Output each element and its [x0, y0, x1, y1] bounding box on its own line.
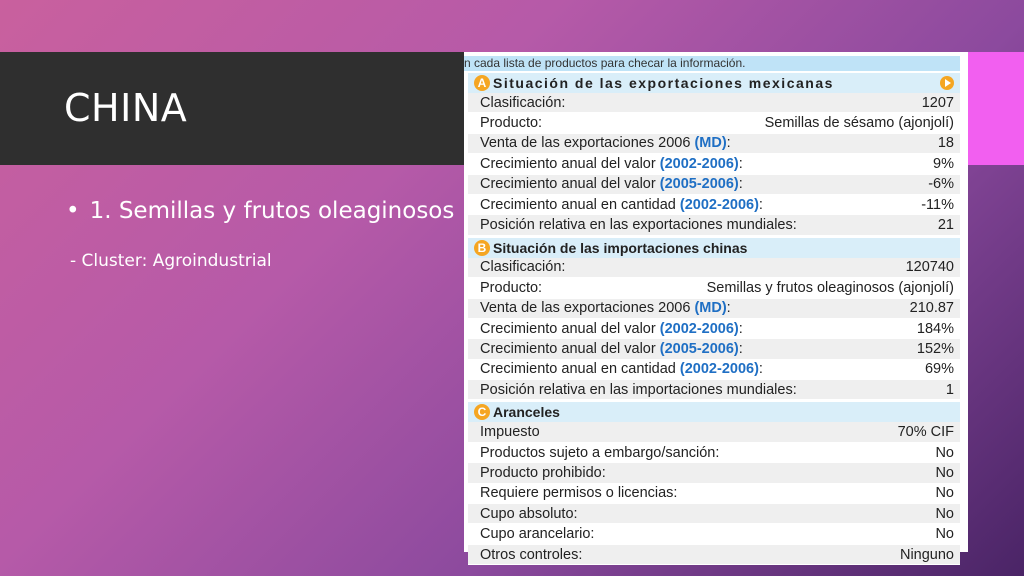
row-label: Crecimiento anual del valor (2002-2006):	[480, 155, 743, 172]
sub-bullet: - Cluster: Agroindustrial	[70, 251, 272, 271]
next-arrow-icon[interactable]	[940, 76, 954, 90]
section-imports: B Situación de las importaciones chinas …	[468, 237, 960, 401]
section-title: Situación de las importaciones chinas	[493, 239, 748, 256]
section-rows: Clasificación: 1207 Producto: Semillas de …	[468, 93, 960, 236]
row-label: Otros controles:	[480, 546, 583, 563]
row-label: Crecimiento anual del valor (2005-2006):	[480, 176, 743, 193]
row-value: 21	[937, 217, 954, 234]
table-row: Impuesto 70% CIF	[468, 422, 960, 443]
table-row: Crecimiento anual en cantidad (2002-2006…	[468, 359, 960, 381]
row-value: No	[935, 485, 954, 502]
table-row: Venta de las exportaciones 2006 (MD): 210…	[468, 298, 960, 319]
row-label: Posición relativa en las importaciones m…	[480, 381, 797, 398]
row-value: 184%	[916, 320, 954, 337]
section-header: A Situación de las exportaciones mexican…	[468, 73, 960, 93]
bullet-text: 1. Semillas y frutos oleaginosos	[89, 198, 455, 224]
row-label: Crecimiento anual del valor (2002-2006):	[480, 320, 743, 337]
table-row: Clasificación: 1207	[468, 93, 960, 114]
row-value: 18	[937, 135, 954, 152]
badge-b-icon: B	[474, 239, 490, 256]
table-row: Requiere permisos o licencias: No	[468, 483, 960, 505]
row-label: Cupo absoluto:	[480, 505, 578, 522]
row-label: Clasificación:	[480, 259, 566, 276]
table-row: Posición relativa en las importaciones m…	[468, 380, 960, 401]
row-value: Semillas y frutos oleaginosos (ajonjolí)	[706, 279, 954, 296]
section-header: B Situación de las importaciones chinas	[468, 237, 960, 258]
row-value: 1207	[921, 94, 954, 111]
row-label: Clasificación:	[480, 94, 566, 111]
row-label: Crecimiento anual en cantidad (2002-2006…	[480, 361, 763, 378]
bullet-item: • 1. Semillas y frutos oleaginosos	[66, 198, 454, 224]
row-value: 70% CIF	[897, 424, 954, 441]
row-value: 9%	[933, 155, 954, 172]
pink-accent-bar	[966, 52, 1024, 165]
row-label: Cupo arancelario:	[480, 526, 595, 543]
info-panel: n cada lista de productos para checar la…	[464, 52, 968, 566]
table-row: Producto: Semillas y frutos oleaginosos (…	[468, 278, 960, 299]
slide-title: CHINA	[64, 86, 188, 130]
bullet-dot-icon: •	[66, 198, 80, 224]
section-tariffs: C Aranceles Impuesto 70% CIF Productos su…	[468, 402, 960, 566]
table-row: Crecimiento anual del valor (2005-2006):…	[468, 339, 960, 360]
table-row: Crecimiento anual del valor (2002-2006):…	[468, 318, 960, 340]
row-label: Productos sujeto a embargo/sanción:	[480, 444, 720, 461]
section-rows: Impuesto 70% CIF Productos sujeto a embar…	[468, 422, 960, 566]
row-value: Semillas de sésamo (ajonjolí)	[764, 115, 954, 132]
row-label: Producto:	[480, 115, 543, 132]
row-label: Crecimiento anual del valor (2005-2006):	[480, 340, 743, 357]
table-row: Otros controles: Ninguno	[468, 544, 960, 566]
row-label: Producto:	[480, 279, 543, 296]
table-row: Crecimiento anual del valor (2002-2006):…	[468, 154, 960, 175]
row-value: 69%	[924, 361, 954, 378]
section-exports: A Situación de las exportaciones mexican…	[468, 73, 960, 236]
row-label: Venta de las exportaciones 2006 (MD):	[480, 135, 731, 152]
row-value: No	[935, 505, 954, 522]
row-label: Impuesto	[480, 424, 540, 441]
table-row: Crecimiento anual en cantidad (2002-2006…	[468, 194, 960, 216]
badge-c-icon: C	[474, 404, 490, 421]
panel-hint: n cada lista de productos para checar la…	[464, 56, 960, 71]
table-row: Cupo absoluto: No	[468, 504, 960, 525]
row-value: -11%	[921, 196, 954, 213]
table-row: Cupo arancelario: No	[468, 524, 960, 545]
row-value: 152%	[916, 340, 954, 357]
section-title: Situación de las exportaciones mexicanas	[493, 75, 834, 91]
row-value: No	[935, 526, 954, 543]
row-value: No	[935, 464, 954, 481]
row-value: Ninguno	[899, 546, 954, 563]
row-value: 210.87	[909, 300, 954, 317]
row-label: Requiere permisos o licencias:	[480, 485, 678, 502]
row-label: Producto prohibido:	[480, 464, 606, 481]
badge-a-icon: A	[474, 75, 490, 91]
row-value: 120740	[905, 259, 954, 276]
row-value: -6%	[928, 176, 954, 193]
table-row: Venta de las exportaciones 2006 (MD): 18	[468, 133, 960, 155]
row-value: 1	[945, 381, 954, 398]
table-row: Crecimiento anual del valor (2005-2006):…	[468, 174, 960, 195]
row-value: No	[935, 444, 954, 461]
section-rows: Clasificación: 120740 Producto: Semillas y…	[468, 257, 960, 401]
row-label: Crecimiento anual en cantidad (2002-2006…	[480, 196, 763, 213]
table-row: Posición relativa en las exportaciones m…	[468, 215, 960, 236]
table-row: Producto prohibido: No	[468, 463, 960, 484]
section-header: C Aranceles	[468, 402, 960, 423]
table-row: Clasificación: 120740	[468, 257, 960, 279]
row-label: Posición relativa en las exportaciones m…	[480, 217, 797, 234]
table-row: Producto: Semillas de sésamo (ajonjolí)	[468, 113, 960, 134]
row-label: Venta de las exportaciones 2006 (MD):	[480, 300, 731, 317]
section-title: Aranceles	[493, 404, 560, 421]
table-row: Productos sujeto a embargo/sanción: No	[468, 442, 960, 464]
